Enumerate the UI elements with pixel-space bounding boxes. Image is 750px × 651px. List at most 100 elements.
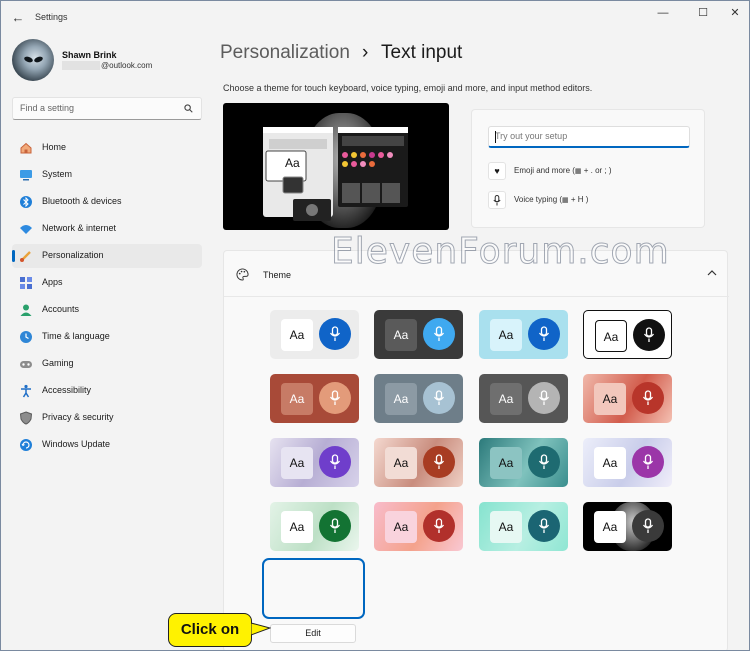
sidebar-item-gaming[interactable]: Gaming <box>12 352 202 376</box>
breadcrumb-parent[interactable]: Personalization <box>220 42 350 64</box>
theme-tile-aa: Aa <box>490 319 522 351</box>
microphone-icon <box>528 446 560 478</box>
preview-aa-label: Aa <box>285 156 300 170</box>
tryout-field[interactable] <box>488 126 690 148</box>
microphone-icon <box>528 318 560 350</box>
microphone-icon <box>632 510 664 542</box>
theme-tile[interactable]: Aa <box>479 438 568 487</box>
sidebar-item-label: Privacy & security <box>42 412 114 422</box>
theme-tile-aa: Aa <box>594 447 626 479</box>
theme-tile[interactable]: Aa <box>374 502 463 551</box>
selected-theme-indicator <box>262 558 365 619</box>
sidebar-item-label: Bluetooth & devices <box>42 196 122 206</box>
person-icon <box>19 303 33 317</box>
theme-tile-aa: Aa <box>385 383 417 415</box>
microphone-icon <box>528 382 560 414</box>
microphone-icon <box>632 382 664 414</box>
theme-tile-aa: Aa <box>281 319 313 351</box>
globe-clock-icon <box>19 330 33 344</box>
theme-tile[interactable]: Aa <box>270 374 359 423</box>
sidebar-item-bluetooth-devices[interactable]: Bluetooth & devices <box>12 190 202 214</box>
tryout-input[interactable] <box>495 131 685 141</box>
sidebar-item-label: Windows Update <box>42 439 111 449</box>
accessibility-icon <box>19 384 33 398</box>
theme-tile[interactable]: Aa <box>583 374 672 423</box>
preview-layout-graphic <box>263 127 408 221</box>
theme-tile-aa: Aa <box>281 511 313 543</box>
sidebar-item-apps[interactable]: Apps <box>12 271 202 295</box>
theme-tile[interactable]: Aa <box>270 438 359 487</box>
bluetooth-icon <box>19 195 33 209</box>
theme-tile-aa: Aa <box>385 319 417 351</box>
update-icon <box>19 438 33 452</box>
microphone-icon <box>423 446 455 478</box>
sidebar-item-label: Personalization <box>42 250 104 260</box>
text-caret <box>495 131 496 143</box>
email-redaction <box>62 61 100 71</box>
search-input[interactable] <box>20 103 180 113</box>
theme-tile-aa: Aa <box>490 447 522 479</box>
shield-icon <box>19 411 33 425</box>
sidebar-item-label: Time & language <box>42 331 110 341</box>
close-button[interactable]: ✕ <box>719 5 749 21</box>
voice-shortcut-label: Voice typing (▦ + H ) <box>514 195 589 204</box>
microphone-icon <box>319 382 351 414</box>
theme-tile[interactable]: Aa <box>583 502 672 551</box>
callout-pointer <box>251 622 271 636</box>
theme-tile[interactable]: Aa <box>374 438 463 487</box>
microphone-icon <box>423 382 455 414</box>
microphone-icon <box>319 510 351 542</box>
microphone-icon[interactable] <box>488 191 506 209</box>
theme-tile[interactable]: Aa <box>270 502 359 551</box>
search-icon[interactable] <box>184 104 193 113</box>
theme-tile-aa: Aa <box>385 447 417 479</box>
theme-tile-aa: Aa <box>490 511 522 543</box>
minimize-button[interactable]: — <box>647 5 679 21</box>
maximize-button[interactable]: ☐ <box>687 5 719 21</box>
sidebar-item-time-language[interactable]: Time & language <box>12 325 202 349</box>
palette-icon <box>236 268 249 281</box>
microphone-icon <box>528 510 560 542</box>
theme-tile[interactable]: Aa <box>479 502 568 551</box>
theme-tile-aa: Aa <box>490 383 522 415</box>
theme-tile-aa: Aa <box>595 320 627 352</box>
sidebar-item-network-internet[interactable]: Network & internet <box>12 217 202 241</box>
theme-tile[interactable]: Aa <box>270 310 359 359</box>
search-box[interactable] <box>12 97 202 120</box>
theme-expander-header[interactable]: Theme <box>224 251 729 297</box>
sidebar-item-windows-update[interactable]: Windows Update <box>12 433 202 457</box>
theme-tile[interactable]: Aa <box>479 310 568 359</box>
theme-tile[interactable]: Aa <box>374 310 463 359</box>
home-icon <box>19 141 33 155</box>
wifi-icon <box>19 222 33 236</box>
windows-logo-icon: ▦ <box>562 197 569 204</box>
sidebar-item-accessibility[interactable]: Accessibility <box>12 379 202 403</box>
apps-icon <box>19 276 33 290</box>
sidebar-item-accounts[interactable]: Accounts <box>12 298 202 322</box>
sidebar-item-label: Gaming <box>42 358 74 368</box>
microphone-icon <box>423 510 455 542</box>
emoji-shortcut-label: Emoji and more (▦ + . or ; ) <box>514 166 612 175</box>
theme-tile[interactable]: Aa <box>479 374 568 423</box>
theme-tile-aa: Aa <box>281 447 313 479</box>
theme-tile[interactable]: Aa <box>583 310 672 359</box>
sidebar-item-label: Accounts <box>42 304 80 314</box>
back-arrow-icon[interactable]: ← <box>9 9 27 27</box>
edit-theme-button[interactable]: Edit <box>270 624 356 643</box>
sidebar-item-personalization[interactable]: Personalization <box>12 244 202 268</box>
sidebar-item-home[interactable]: Home <box>12 136 202 160</box>
app-title: Settings <box>35 12 68 22</box>
chevron-up-icon[interactable] <box>707 269 717 277</box>
theme-tile[interactable]: Aa <box>583 438 672 487</box>
theme-tile[interactable]: Aa <box>374 374 463 423</box>
sidebar-item-privacy-security[interactable]: Privacy & security <box>12 406 202 430</box>
avatar[interactable] <box>12 39 54 81</box>
click-on-callout: Click on <box>168 613 252 647</box>
profile-email: @outlook.com <box>62 61 152 71</box>
emoji-heart-icon[interactable]: ♥ <box>488 162 506 180</box>
keyboard-preview: Aa <box>223 103 449 230</box>
theme-tile-aa: Aa <box>594 383 626 415</box>
profile-name: Shawn Brink <box>62 50 117 60</box>
theme-tile-aa: Aa <box>385 511 417 543</box>
sidebar-item-system[interactable]: System <box>12 163 202 187</box>
